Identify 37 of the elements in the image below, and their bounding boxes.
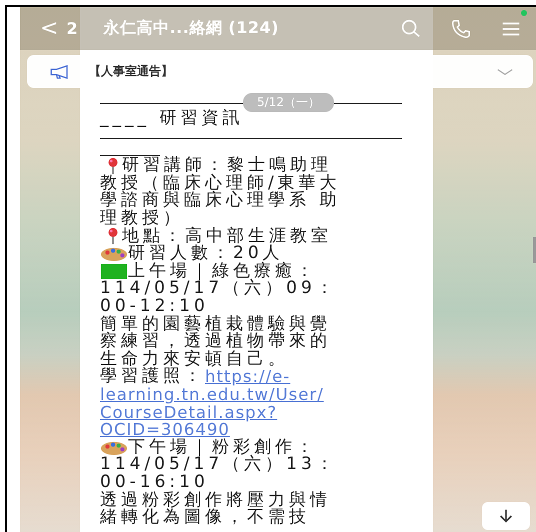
date-badge: 5/12（一）: [243, 93, 334, 112]
chat-title: 永仁高中...絡網 (124): [104, 18, 279, 39]
back-button[interactable]: <: [40, 16, 58, 41]
message-text: 研習人數：20人: [128, 245, 284, 262]
message-link[interactable]: OCID=306490: [100, 421, 230, 438]
message-text: 研習講師：黎士鳴助理: [122, 157, 332, 174]
message-text: ____ 研習資訊: [100, 110, 244, 126]
chevron-down-icon[interactable]: [497, 68, 513, 76]
message-text: 教授（臨床心理師/東華大: [100, 174, 341, 192]
message-link[interactable]: CourseDetail.aspx?: [100, 404, 278, 421]
message-text: 生命力來安頓自己。: [100, 350, 289, 368]
message-text: 透過粉彩創作將壓力與情: [100, 492, 331, 509]
palette-icon: [100, 245, 128, 262]
message-text: 114/05/17（六）13：: [100, 456, 337, 474]
message-text: 地點：高中部生涯教室: [122, 228, 332, 245]
scrollbar: [533, 237, 536, 263]
unread-count: 2: [66, 19, 78, 38]
phone-icon[interactable]: [450, 18, 472, 40]
message-text: 察練習，透過植物帶來的: [100, 333, 331, 350]
message-text: 學諮商與臨床心理學系 助: [100, 192, 340, 210]
announcement-text: 【人事室通告】: [89, 63, 173, 80]
square-icon: [100, 262, 128, 280]
message-link[interactable]: learning.tn.edu.tw/User/: [100, 386, 324, 404]
announcement-bar[interactable]: 【人事室通告】: [27, 55, 533, 88]
message-text: 理教授）: [100, 210, 184, 228]
message-text: 學習護照：: [100, 368, 205, 386]
message-link[interactable]: https://e-: [205, 368, 290, 386]
message-text: 簡單的園藝植栽體驗與覺: [100, 316, 331, 333]
scroll-down-button[interactable]: [482, 502, 530, 530]
message-text: 緒轉化為圖像，不需技: [100, 509, 310, 526]
message-text: 114/05/17（六）09：: [100, 280, 337, 298]
search-icon[interactable]: [400, 18, 422, 40]
message-text: 上午場｜綠色療癒：: [128, 262, 317, 280]
message-text: 00-12:10: [100, 298, 209, 316]
down-arrow-icon: [497, 507, 515, 525]
message-text: 下午場｜粉彩創作：: [128, 438, 317, 456]
message-text: 00-16:10: [100, 474, 209, 491]
